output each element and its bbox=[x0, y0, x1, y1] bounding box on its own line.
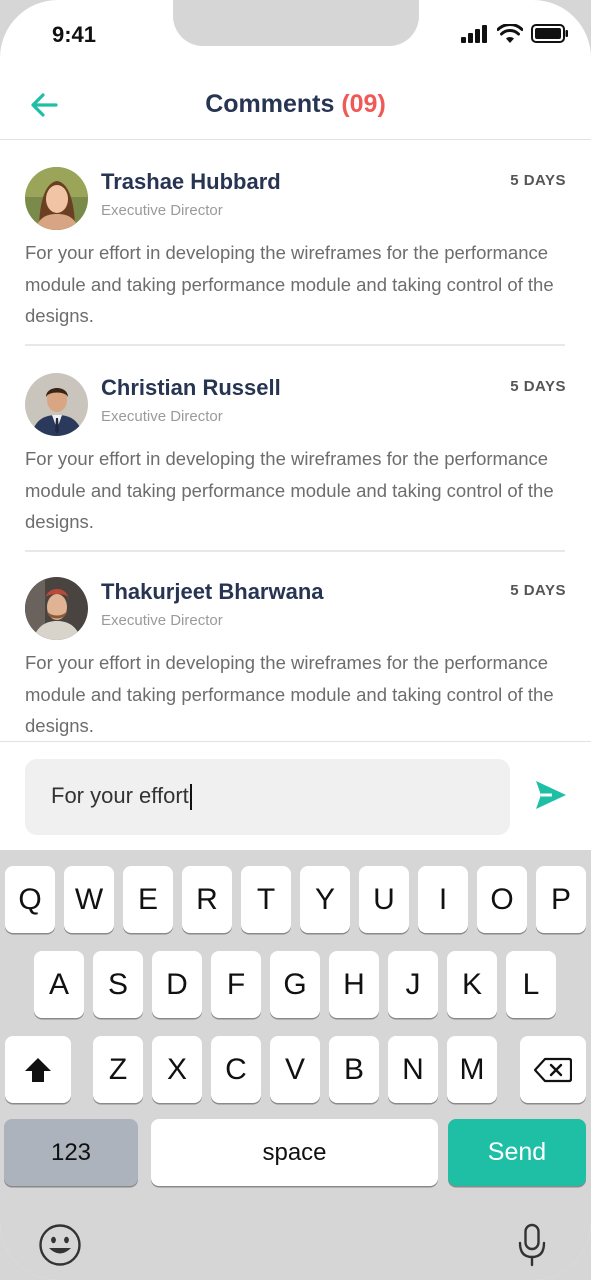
key-l[interactable]: L bbox=[506, 951, 556, 1018]
comment-author: Trashae Hubbard bbox=[101, 169, 281, 194]
notch bbox=[173, 0, 419, 46]
comment-time: 5 DAYS bbox=[510, 582, 566, 599]
numbers-key[interactable]: 123 bbox=[4, 1119, 138, 1186]
avatar bbox=[25, 577, 88, 640]
status-icons bbox=[461, 24, 569, 43]
comment-time: 5 DAYS bbox=[510, 172, 566, 189]
comment-count: (09) bbox=[341, 90, 386, 118]
divider bbox=[25, 344, 565, 346]
key-r[interactable]: R bbox=[182, 866, 232, 933]
key-f[interactable]: F bbox=[211, 951, 261, 1018]
header: Comments (09) bbox=[0, 70, 591, 140]
backspace-icon bbox=[534, 1057, 572, 1082]
key-k[interactable]: K bbox=[447, 951, 497, 1018]
comment-author-role: Executive Director bbox=[101, 202, 223, 219]
comment-text: For your effort in developing the wirefr… bbox=[25, 448, 554, 532]
wifi-icon bbox=[497, 24, 523, 43]
comment-author-role: Executive Director bbox=[101, 612, 223, 629]
status-time: 9:41 bbox=[52, 22, 97, 47]
key-c[interactable]: C bbox=[211, 1036, 261, 1103]
key-y[interactable]: Y bbox=[300, 866, 350, 933]
key-h[interactable]: H bbox=[329, 951, 379, 1018]
key-z[interactable]: Z bbox=[93, 1036, 143, 1103]
key-b[interactable]: B bbox=[329, 1036, 379, 1103]
key-q[interactable]: Q bbox=[5, 866, 55, 933]
shift-icon bbox=[25, 1057, 51, 1082]
comment-author: Christian Russell bbox=[101, 375, 281, 400]
key-s[interactable]: S bbox=[93, 951, 143, 1018]
phone-screen: 9:41 Comments (09) Trashae Hubbard Execu… bbox=[0, 0, 591, 1280]
key-v[interactable]: V bbox=[270, 1036, 320, 1103]
microphone-icon[interactable] bbox=[516, 1223, 548, 1267]
send-key[interactable]: Send bbox=[448, 1119, 586, 1186]
text-cursor bbox=[189, 784, 192, 811]
key-a[interactable]: A bbox=[34, 951, 84, 1018]
divider bbox=[25, 550, 565, 552]
page-title: Comments (09) bbox=[0, 90, 591, 119]
backspace-key[interactable] bbox=[520, 1036, 586, 1103]
comment-author-role: Executive Director bbox=[101, 408, 223, 425]
shift-key[interactable] bbox=[5, 1036, 71, 1103]
key-d[interactable]: D bbox=[152, 951, 202, 1018]
keyboard: Q W E R T Y U I O P A S D F G H J K L Z … bbox=[0, 850, 591, 1280]
key-t[interactable]: T bbox=[241, 866, 291, 933]
avatar bbox=[25, 373, 88, 436]
comment-text: For your effort in developing the wirefr… bbox=[25, 652, 554, 736]
key-n[interactable]: N bbox=[388, 1036, 438, 1103]
comment-text: For your effort in developing the wirefr… bbox=[25, 242, 554, 326]
key-m[interactable]: M bbox=[447, 1036, 497, 1103]
key-g[interactable]: G bbox=[270, 951, 320, 1018]
emoji-icon[interactable] bbox=[38, 1223, 82, 1267]
comment-input[interactable]: For your effort bbox=[25, 759, 510, 835]
avatar bbox=[25, 167, 88, 230]
page-title-text: Comments bbox=[205, 90, 335, 118]
key-o[interactable]: O bbox=[477, 866, 527, 933]
key-p[interactable]: P bbox=[536, 866, 586, 933]
key-j[interactable]: J bbox=[388, 951, 438, 1018]
comment-author: Thakurjeet Bharwana bbox=[101, 579, 324, 604]
send-icon[interactable] bbox=[534, 778, 568, 812]
comment-input-value: For your effort bbox=[51, 783, 189, 808]
comment-time: 5 DAYS bbox=[510, 378, 566, 395]
key-w[interactable]: W bbox=[64, 866, 114, 933]
key-u[interactable]: U bbox=[359, 866, 409, 933]
space-key[interactable]: space bbox=[151, 1119, 438, 1186]
signal-icon bbox=[461, 24, 487, 43]
key-x[interactable]: X bbox=[152, 1036, 202, 1103]
key-i[interactable]: I bbox=[418, 866, 468, 933]
comment-composer: For your effort bbox=[0, 741, 591, 850]
key-e[interactable]: E bbox=[123, 866, 173, 933]
battery-icon bbox=[531, 24, 568, 43]
